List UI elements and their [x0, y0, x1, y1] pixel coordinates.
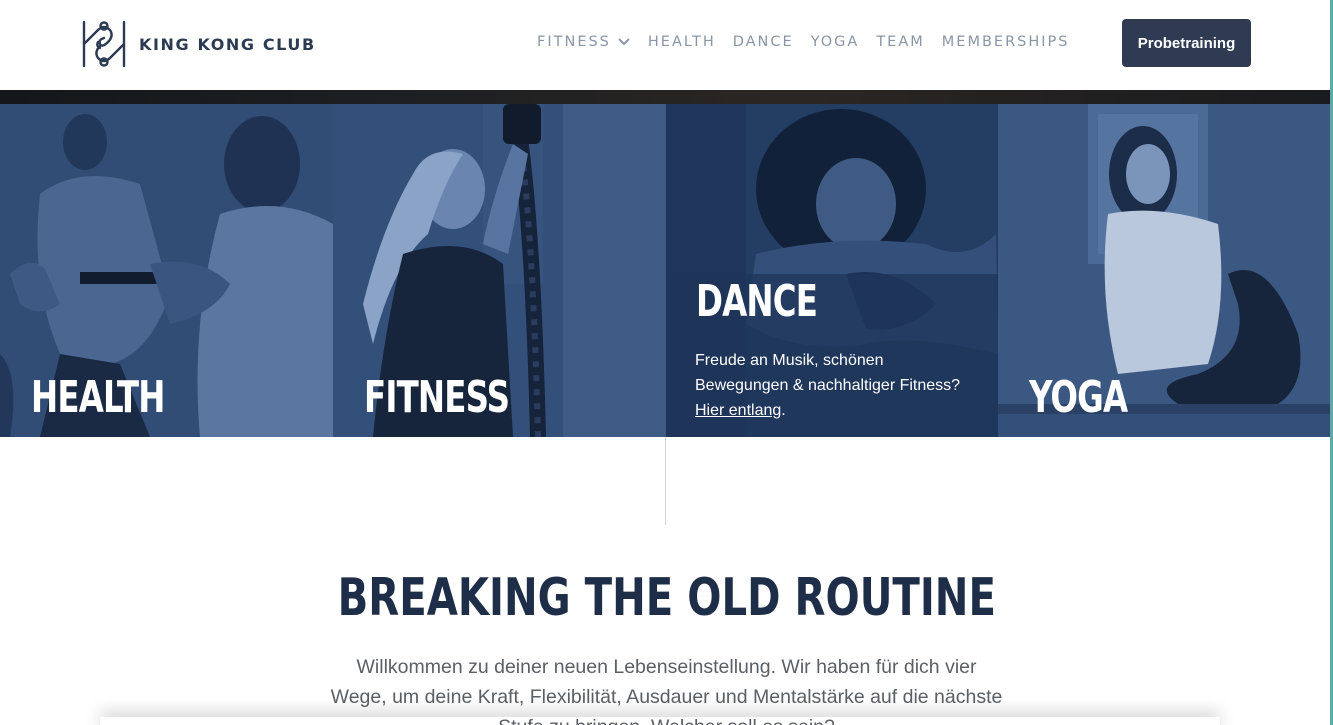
main-nav: FITNESS HEALTH DANCE YOGA TEAM MEMBERSHI…	[537, 34, 1086, 50]
tile-yoga[interactable]: YOGA	[998, 104, 1330, 437]
probetraining-button[interactable]: Probetraining	[1122, 19, 1251, 67]
headline-text: BREAKING THE OLD ROUTINE	[337, 568, 996, 628]
tile-title: YOGA	[1029, 372, 1128, 423]
tile-title: HEALTH	[31, 372, 165, 423]
nav-item-dance[interactable]: DANCE	[733, 34, 794, 50]
tile-desc-line: Bewegungen & nachhaltiger Fitness?	[695, 377, 961, 394]
intro-line: Willkommen zu deiner neuen Lebenseinstel…	[356, 656, 977, 678]
link-suffix: .	[781, 402, 786, 419]
tile-title: FITNESS	[364, 372, 510, 423]
brand-name: KING KONG CLUB	[139, 34, 316, 54]
intro-paragraph: Willkommen zu deiner neuen Lebenseinstel…	[300, 652, 1033, 725]
chevron-down-icon[interactable]	[617, 37, 631, 47]
tile-dance[interactable]: DANCE Freude an Musik, schönen Bewegunge…	[666, 104, 998, 437]
nav-item-team[interactable]: TEAM	[876, 34, 924, 50]
logo-link[interactable]: KING KONG CLUB	[80, 18, 316, 70]
tile-title: DANCE	[696, 276, 818, 327]
tile-desc-line: Freude an Musik, schönen	[695, 352, 884, 369]
tile-desc-link-line: Hier entlang.	[695, 398, 985, 423]
bottom-card-shadow	[100, 717, 1220, 725]
intro-line: Wege, um deine Kraft, Flexibilität, Ausd…	[330, 686, 1003, 708]
site-header: KING KONG CLUB FITNESS HEALTH DANCE YOGA…	[0, 0, 1330, 90]
hero-top-band	[0, 90, 1330, 104]
tile-health[interactable]: HEALTH	[0, 104, 333, 437]
tile-description: Freude an Musik, schönen Bewegungen & na…	[695, 348, 985, 423]
section-divider	[665, 437, 666, 525]
nav-item-yoga[interactable]: YOGA	[811, 34, 860, 50]
nav-item-fitness[interactable]: FITNESS	[537, 34, 631, 50]
nav-item-label: FITNESS	[537, 34, 611, 50]
page: KING KONG CLUB FITNESS HEALTH DANCE YOGA…	[0, 0, 1333, 725]
king-kong-logo-icon	[82, 20, 126, 68]
nav-item-health[interactable]: HEALTH	[648, 34, 716, 50]
page-headline: BREAKING THE OLD ROUTINE	[0, 568, 1333, 628]
tile-fitness[interactable]: FITNESS	[333, 104, 666, 437]
nav-item-memberships[interactable]: MEMBERSHIPS	[942, 34, 1070, 50]
hier-entlang-link[interactable]: Hier entlang	[695, 402, 781, 419]
